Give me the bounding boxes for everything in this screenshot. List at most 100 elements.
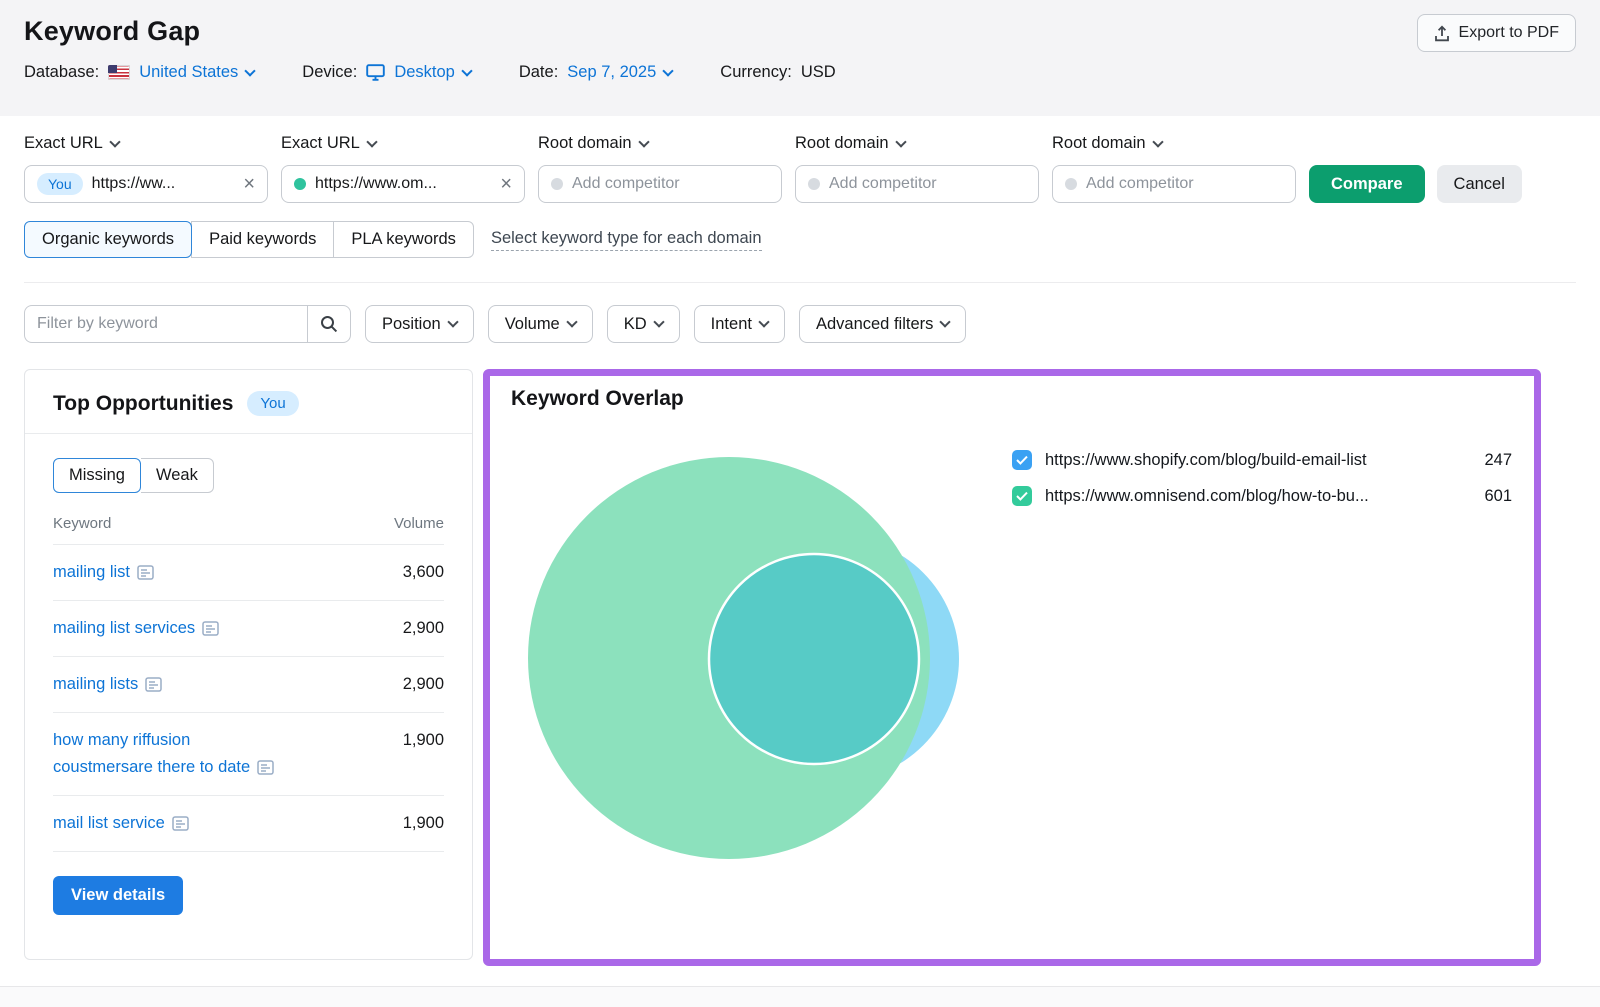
url-type-dropdown-competitor-4[interactable]: Root domain xyxy=(1052,134,1296,153)
export-label: Export to PDF xyxy=(1459,24,1559,42)
database-value-text: United States xyxy=(139,63,238,82)
empty-dot-icon xyxy=(1065,178,1077,190)
keyword-overlap-panel: Keyword Overlap xyxy=(483,369,1541,966)
database-value[interactable]: United States xyxy=(139,63,254,82)
keyword-link[interactable]: mailing lists xyxy=(53,675,138,693)
url-type-dropdown-competitor-1[interactable]: Exact URL xyxy=(281,134,525,153)
venn-circle-omnisend[interactable] xyxy=(528,457,930,859)
keyword-cell: mailing list xyxy=(53,559,154,586)
table-row: mail list service 1,900 xyxy=(53,796,444,852)
device-selector[interactable]: Device: Desktop xyxy=(302,63,471,82)
add-competitor-placeholder: Add competitor xyxy=(572,175,769,193)
export-pdf-button[interactable]: Export to PDF xyxy=(1417,14,1576,52)
volume-value: 3,600 xyxy=(403,559,444,585)
url-type-label: Root domain xyxy=(1052,134,1146,153)
position-filter-dropdown[interactable]: Position xyxy=(365,305,474,343)
keyword-type-tabs: Organic keywords Paid keywords PLA keywo… xyxy=(24,221,474,258)
table-row: mailing list services 2,900 xyxy=(53,601,444,657)
tab-weak[interactable]: Weak xyxy=(141,458,214,493)
top-opportunities-header: Top Opportunities You xyxy=(25,370,472,434)
venn-overlap-outline xyxy=(709,554,919,764)
domain-column-competitor-1: Exact URL https://www.om... × xyxy=(281,134,525,203)
competitor-1-input[interactable]: https://www.om... × xyxy=(281,165,525,203)
volume-value: 2,900 xyxy=(403,671,444,697)
database-label: Database: xyxy=(24,63,99,82)
keyword-link[interactable]: how many riffusion coustmersare there to… xyxy=(53,731,250,776)
keyword-filter-input[interactable] xyxy=(24,305,307,343)
view-details-button[interactable]: View details xyxy=(53,876,183,915)
compare-button[interactable]: Compare xyxy=(1309,165,1425,203)
url-type-dropdown-you[interactable]: Exact URL xyxy=(24,134,268,153)
checkbox-shopify[interactable] xyxy=(1012,450,1032,470)
us-flag-icon xyxy=(108,65,130,80)
legend-item-shopify: https://www.shopify.com/blog/build-email… xyxy=(1012,450,1512,470)
advanced-filters-dropdown[interactable]: Advanced filters xyxy=(799,305,966,343)
intent-filter-dropdown[interactable]: Intent xyxy=(694,305,785,343)
url-type-label: Exact URL xyxy=(24,134,103,153)
database-selector[interactable]: Database: United States xyxy=(24,63,254,82)
keyword-gap-page: Keyword Gap Export to PDF Database: Unit… xyxy=(0,0,1600,1007)
url-type-dropdown-competitor-2[interactable]: Root domain xyxy=(538,134,782,153)
competitor-2-input[interactable]: Add competitor xyxy=(538,165,782,203)
url-type-label: Exact URL xyxy=(281,134,360,153)
volume-filter-dropdown[interactable]: Volume xyxy=(488,305,593,343)
volume-value: 1,900 xyxy=(403,727,444,753)
table-row: mailing list 3,600 xyxy=(53,545,444,601)
competitor-4-input[interactable]: Add competitor xyxy=(1052,165,1296,203)
tab-organic-keywords[interactable]: Organic keywords xyxy=(24,221,192,258)
url-type-dropdown-competitor-3[interactable]: Root domain xyxy=(795,134,1039,153)
top-opportunities-panel: Top Opportunities You Missing Weak Keywo… xyxy=(24,369,473,960)
tab-missing[interactable]: Missing xyxy=(53,458,141,493)
select-keyword-type-link[interactable]: Select keyword type for each domain xyxy=(491,229,762,251)
keyword-column-header: Keyword xyxy=(53,515,111,532)
table-header: Keyword Volume xyxy=(53,499,444,545)
main-content: Exact URL You https://ww... × Exact URL … xyxy=(0,116,1600,966)
url-type-label: Root domain xyxy=(538,134,632,153)
search-button[interactable] xyxy=(307,305,351,343)
legend-url: https://www.shopify.com/blog/build-email… xyxy=(1045,451,1367,470)
dropdown-label: Advanced filters xyxy=(816,315,933,334)
keyword-link[interactable]: mail list service xyxy=(53,814,165,832)
legend-url: https://www.omnisend.com/blog/how-to-bu.… xyxy=(1045,487,1369,506)
chevron-down-icon xyxy=(566,316,577,327)
venn-circle-shopify[interactable] xyxy=(715,537,959,781)
page-bottom-divider xyxy=(0,986,1600,1007)
device-value[interactable]: Desktop xyxy=(394,63,471,82)
venn-overlap-region[interactable] xyxy=(709,554,919,764)
dropdown-label: Position xyxy=(382,315,441,334)
competitor-3-input[interactable]: Add competitor xyxy=(795,165,1039,203)
currency-display: Currency: USD xyxy=(720,63,835,82)
opportunities-table: Keyword Volume mailing list 3,600 mailin… xyxy=(25,499,472,852)
date-value[interactable]: Sep 7, 2025 xyxy=(567,63,672,82)
currency-value: USD xyxy=(801,63,836,82)
page-title: Keyword Gap xyxy=(24,16,1576,47)
kd-filter-dropdown[interactable]: KD xyxy=(607,305,680,343)
keyword-link[interactable]: mailing list xyxy=(53,563,130,581)
chevron-down-icon xyxy=(1152,136,1163,147)
keyword-link[interactable]: mailing list services xyxy=(53,619,195,637)
legend-item-omnisend: https://www.omnisend.com/blog/how-to-bu.… xyxy=(1012,486,1512,506)
you-badge: You xyxy=(247,391,298,416)
checkbox-omnisend[interactable] xyxy=(1012,486,1032,506)
date-selector[interactable]: Date: Sep 7, 2025 xyxy=(519,63,672,82)
empty-dot-icon xyxy=(808,178,820,190)
domain-column-you: Exact URL You https://ww... × xyxy=(24,134,268,203)
add-competitor-placeholder: Add competitor xyxy=(1086,175,1283,193)
dropdown-label: Intent xyxy=(711,315,752,334)
cancel-button[interactable]: Cancel xyxy=(1437,165,1522,203)
you-domain-input[interactable]: You https://ww... × xyxy=(24,165,268,203)
chevron-down-icon xyxy=(638,136,649,147)
tab-pla-keywords[interactable]: PLA keywords xyxy=(333,221,474,258)
keyword-cell: mailing list services xyxy=(53,615,219,642)
keyword-overlap-title: Keyword Overlap xyxy=(490,376,1534,411)
domain-column-competitor-4: Root domain Add competitor xyxy=(1052,134,1296,203)
domain-selectors-row: Exact URL You https://ww... × Exact URL … xyxy=(24,134,1576,203)
serp-features-icon xyxy=(137,565,154,580)
keyword-cell: mailing lists xyxy=(53,671,162,698)
competitor-1-value: https://www.om... xyxy=(315,175,492,193)
clear-icon[interactable]: × xyxy=(500,174,512,194)
legend-count: 247 xyxy=(1466,451,1512,470)
tab-paid-keywords[interactable]: Paid keywords xyxy=(191,221,334,258)
chevron-down-icon xyxy=(461,65,472,76)
clear-icon[interactable]: × xyxy=(243,174,255,194)
